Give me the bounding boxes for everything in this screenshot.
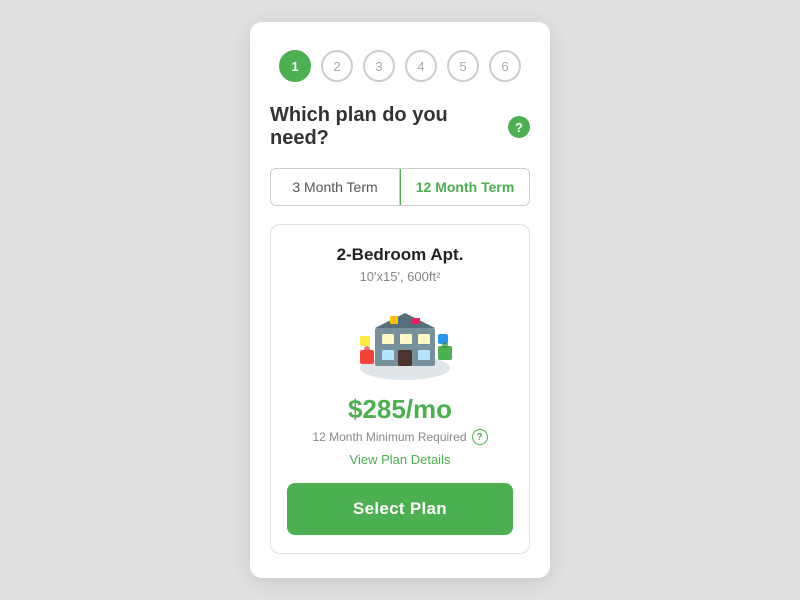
plan-price: $285/mo: [287, 394, 513, 425]
plan-illustration: [350, 298, 450, 378]
step-3[interactable]: 3: [363, 50, 395, 82]
step-4[interactable]: 4: [405, 50, 437, 82]
min-required-help-icon[interactable]: ?: [472, 429, 488, 445]
step-6[interactable]: 6: [489, 50, 521, 82]
main-card: 1 2 3 4 5 6 Which plan do you need? ? 3 …: [250, 22, 550, 578]
question-row: Which plan do you need? ?: [270, 104, 530, 150]
min-required-row: 12 Month Minimum Required ?: [287, 429, 513, 445]
plan-name: 2-Bedroom Apt.: [287, 245, 513, 265]
term-3-month-button[interactable]: 3 Month Term: [271, 169, 400, 205]
select-plan-button[interactable]: Select Plan: [287, 483, 513, 535]
plan-card: 2-Bedroom Apt. 10'x15', 600ft²: [270, 224, 530, 554]
step-5[interactable]: 5: [447, 50, 479, 82]
steps-container: 1 2 3 4 5 6: [270, 50, 530, 82]
step-2[interactable]: 2: [321, 50, 353, 82]
term-12-month-button[interactable]: 12 Month Term: [400, 169, 529, 205]
term-toggle: 3 Month Term 12 Month Term: [270, 168, 530, 206]
question-help-icon[interactable]: ?: [508, 116, 530, 138]
step-1[interactable]: 1: [279, 50, 311, 82]
question-title: Which plan do you need?: [270, 104, 500, 150]
plan-size: 10'x15', 600ft²: [287, 269, 513, 284]
min-required-text: 12 Month Minimum Required: [312, 430, 466, 444]
view-plan-details-link[interactable]: View Plan Details: [350, 452, 451, 467]
